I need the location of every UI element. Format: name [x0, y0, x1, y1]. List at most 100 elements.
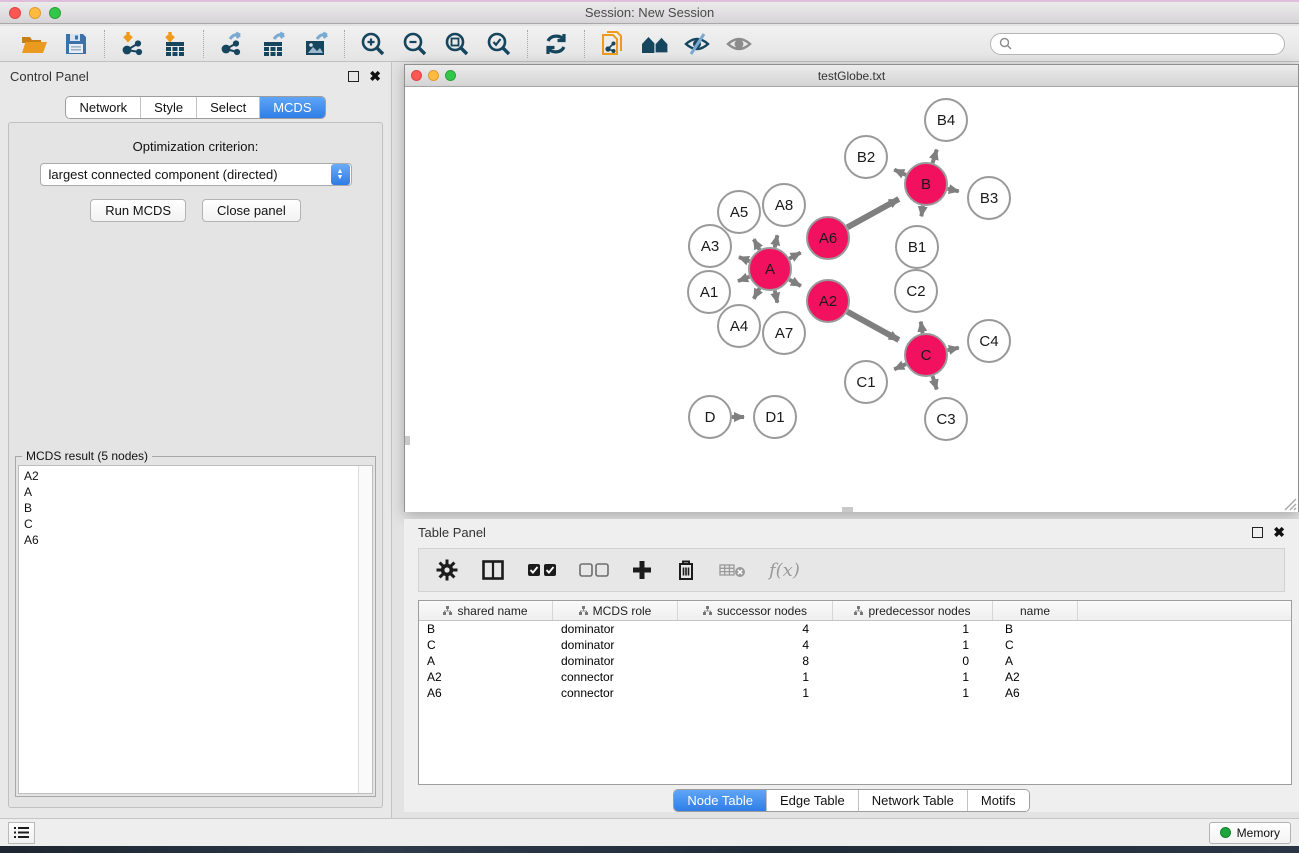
- close-table-panel-icon[interactable]: ✖: [1273, 527, 1285, 538]
- tab-node-table[interactable]: Node Table: [674, 790, 767, 811]
- column-header-successor-nodes[interactable]: successor nodes: [678, 601, 833, 620]
- table-cell[interactable]: A6: [993, 685, 1078, 701]
- refresh-layout-icon[interactable]: [538, 29, 574, 59]
- zoom-fit-icon[interactable]: [439, 29, 475, 59]
- tab-select[interactable]: Select: [197, 97, 260, 118]
- graph-edge-C-C4[interactable]: [947, 348, 958, 351]
- table-cell[interactable]: 1: [833, 669, 993, 685]
- table-cell[interactable]: A: [993, 653, 1078, 669]
- mcds-result-item[interactable]: B: [19, 500, 358, 516]
- table-cell[interactable]: 1: [833, 621, 993, 637]
- table-row[interactable]: A6connector11A6: [419, 685, 1291, 701]
- save-session-icon[interactable]: [58, 29, 94, 59]
- table-cell[interactable]: 8: [678, 653, 833, 669]
- column-header-predecessor-nodes[interactable]: predecessor nodes: [833, 601, 993, 620]
- graph-edge-A-A1[interactable]: [738, 277, 749, 281]
- import-network-icon[interactable]: [115, 29, 151, 59]
- column-header-name[interactable]: name: [993, 601, 1078, 620]
- table-cell[interactable]: dominator: [553, 653, 678, 669]
- table-cell[interactable]: dominator: [553, 621, 678, 637]
- float-panel-icon[interactable]: [348, 71, 359, 82]
- graph-edge-A2-C[interactable]: [847, 312, 899, 340]
- graph-edge-A-A4[interactable]: [754, 288, 760, 298]
- create-column-icon[interactable]: [631, 559, 653, 581]
- first-neighbors-icon[interactable]: [637, 29, 673, 59]
- mcds-result-item[interactable]: C: [19, 516, 358, 532]
- zoom-selected-icon[interactable]: [481, 29, 517, 59]
- open-folder-icon[interactable]: [16, 29, 52, 59]
- search-input[interactable]: [1017, 37, 1276, 51]
- zoom-in-icon[interactable]: [355, 29, 391, 59]
- graph-edge-A-A5[interactable]: [754, 239, 760, 249]
- table-cell[interactable]: dominator: [553, 637, 678, 653]
- zoom-out-icon[interactable]: [397, 29, 433, 59]
- export-image-icon[interactable]: [298, 29, 334, 59]
- graph-edge-A-A3[interactable]: [739, 257, 750, 261]
- table-cell[interactable]: 0: [833, 653, 993, 669]
- delete-table-icon[interactable]: [719, 561, 747, 579]
- function-builder-icon[interactable]: f(x): [769, 560, 800, 581]
- tab-network-table[interactable]: Network Table: [859, 790, 968, 811]
- mcds-result-item[interactable]: A2: [19, 468, 358, 484]
- graph-edge-A6-B[interactable]: [847, 199, 899, 227]
- search-field[interactable]: [990, 33, 1285, 55]
- table-cell[interactable]: 1: [833, 637, 993, 653]
- tab-edge-table[interactable]: Edge Table: [767, 790, 859, 811]
- graph-edge-A-A7[interactable]: [775, 290, 778, 302]
- float-table-panel-icon[interactable]: [1252, 527, 1263, 538]
- table-cell[interactable]: 1: [833, 685, 993, 701]
- result-scrollbar[interactable]: [358, 466, 372, 793]
- graph-edge-A-A2[interactable]: [789, 280, 801, 286]
- hide-selected-icon[interactable]: [679, 29, 715, 59]
- table-cell[interactable]: 4: [678, 637, 833, 653]
- table-cell[interactable]: B: [993, 621, 1078, 637]
- graph-edge-B-B4[interactable]: [933, 150, 937, 163]
- export-table-icon[interactable]: [256, 29, 292, 59]
- graph-edge-C-C1[interactable]: [894, 364, 906, 369]
- table-cell[interactable]: C: [993, 637, 1078, 653]
- table-cell[interactable]: A: [419, 653, 553, 669]
- tab-network[interactable]: Network: [66, 97, 141, 118]
- table-row[interactable]: Bdominator41B: [419, 621, 1291, 637]
- mcds-result-item[interactable]: A6: [19, 532, 358, 548]
- table-row[interactable]: A2connector11A2: [419, 669, 1291, 685]
- export-network-icon[interactable]: [214, 29, 250, 59]
- criterion-select[interactable]: largest connected component (directed) ▲…: [40, 163, 352, 186]
- column-header-shared-name[interactable]: shared name: [419, 601, 553, 620]
- graph-edge-C-C3[interactable]: [933, 376, 937, 389]
- deselect-all-columns-icon[interactable]: [579, 562, 609, 578]
- table-cell[interactable]: connector: [553, 685, 678, 701]
- graph-edge-A-A8[interactable]: [775, 235, 778, 247]
- table-cell[interactable]: B: [419, 621, 553, 637]
- table-options-gear-icon[interactable]: [435, 558, 459, 582]
- graph-edge-B-B2[interactable]: [894, 170, 906, 175]
- tab-mcds[interactable]: MCDS: [260, 97, 324, 118]
- table-cell[interactable]: A2: [419, 669, 553, 685]
- clone-network-icon[interactable]: [595, 29, 631, 59]
- import-table-icon[interactable]: [157, 29, 193, 59]
- select-all-columns-icon[interactable]: [527, 562, 557, 578]
- table-cell[interactable]: A6: [419, 685, 553, 701]
- run-mcds-button[interactable]: Run MCDS: [90, 199, 186, 222]
- close-panel-icon[interactable]: ✖: [369, 71, 381, 82]
- graph-edge-B-B1[interactable]: [921, 206, 923, 217]
- mcds-result-list[interactable]: A2ABCA6: [19, 466, 358, 793]
- show-all-icon[interactable]: [721, 29, 757, 59]
- resize-grip-icon[interactable]: [1284, 498, 1297, 511]
- table-cell[interactable]: C: [419, 637, 553, 653]
- show-column-icon[interactable]: [481, 558, 505, 582]
- tab-style[interactable]: Style: [141, 97, 197, 118]
- column-header-MCDS-role[interactable]: MCDS role: [553, 601, 678, 620]
- graph-edge-B-B3[interactable]: [947, 189, 958, 192]
- table-cell[interactable]: 1: [678, 669, 833, 685]
- mcds-result-item[interactable]: A: [19, 484, 358, 500]
- graph-edge-A-A6[interactable]: [789, 253, 800, 259]
- table-cell[interactable]: A2: [993, 669, 1078, 685]
- memory-button[interactable]: Memory: [1209, 822, 1291, 844]
- table-cell[interactable]: 1: [678, 685, 833, 701]
- graph-edge-C-C2[interactable]: [921, 322, 923, 334]
- network-canvas[interactable]: A5A8A3A1A4A7AA6A2B2B4BB3B1C2C4CC1C3DD1: [405, 87, 1298, 512]
- task-history-button[interactable]: [8, 822, 35, 844]
- table-row[interactable]: Adominator80A: [419, 653, 1291, 669]
- table-cell[interactable]: 4: [678, 621, 833, 637]
